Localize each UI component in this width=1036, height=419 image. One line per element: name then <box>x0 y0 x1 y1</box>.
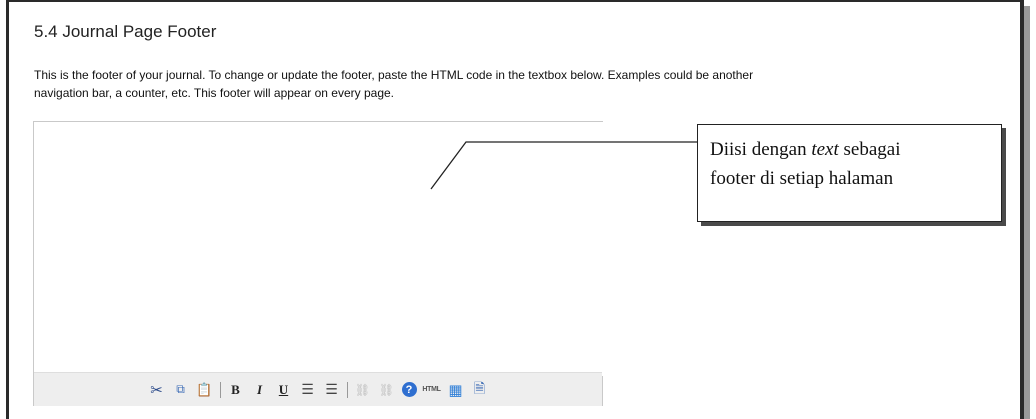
frame-right-shadow <box>1024 6 1030 419</box>
description-line-2: navigation bar, a counter, etc. This foo… <box>34 86 394 100</box>
bullet-list-icon[interactable]: ☰ <box>299 381 317 399</box>
frame-left-border <box>6 0 9 419</box>
html-icon[interactable]: HTML <box>422 381 441 399</box>
bold-icon[interactable]: B <box>227 381 245 399</box>
footer-editor: ✂ ⧉ 📋 B I U ☰ ☰ ⛓ ⛓ ? HTML ▦ 🗎 <box>33 121 606 406</box>
cut-icon[interactable]: ✂ <box>148 381 166 399</box>
underline-icon[interactable]: U <box>275 381 293 399</box>
annotation-callout-box: Diisi dengan text sebagai footer di seti… <box>697 124 1002 222</box>
paste-icon[interactable]: 📋 <box>196 381 214 399</box>
italic-icon[interactable]: I <box>251 381 269 399</box>
callout-line1-emphasis: text <box>811 139 839 160</box>
description-line-1: This is the footer of your journal. To c… <box>34 68 754 82</box>
toolbar-separator <box>219 381 221 398</box>
copy-icon[interactable]: ⧉ <box>172 381 190 399</box>
footer-html-textarea[interactable] <box>34 122 606 376</box>
callout-text-line-2: footer di setiap halaman <box>710 168 894 189</box>
callout-line1-before: Diisi dengan <box>710 139 812 160</box>
numbered-list-icon[interactable]: ☰ <box>323 381 341 399</box>
callout-line1-after: sebagai <box>838 139 901 160</box>
section-title: 5.4 Journal Page Footer <box>34 22 217 41</box>
image-icon[interactable]: ▦ <box>447 381 465 399</box>
callout-text-line-1: Diisi dengan text sebagai <box>710 139 901 160</box>
screenshot-canvas: 5.4 Journal Page Footer This is the foot… <box>0 0 1036 419</box>
frame-top-border <box>6 0 1024 2</box>
toolbar-separator <box>346 381 348 398</box>
section-description: This is the footer of your journal. To c… <box>34 66 984 102</box>
unlink-icon[interactable]: ⛓ <box>378 381 396 399</box>
link-icon[interactable]: ⛓ <box>354 381 372 399</box>
editor-toolbar: ✂ ⧉ 📋 B I U ☰ ☰ ⛓ ⛓ ? HTML ▦ 🗎 <box>34 372 602 406</box>
help-icon[interactable]: ? <box>401 382 417 397</box>
file-icon[interactable]: 🗎 <box>471 380 489 399</box>
